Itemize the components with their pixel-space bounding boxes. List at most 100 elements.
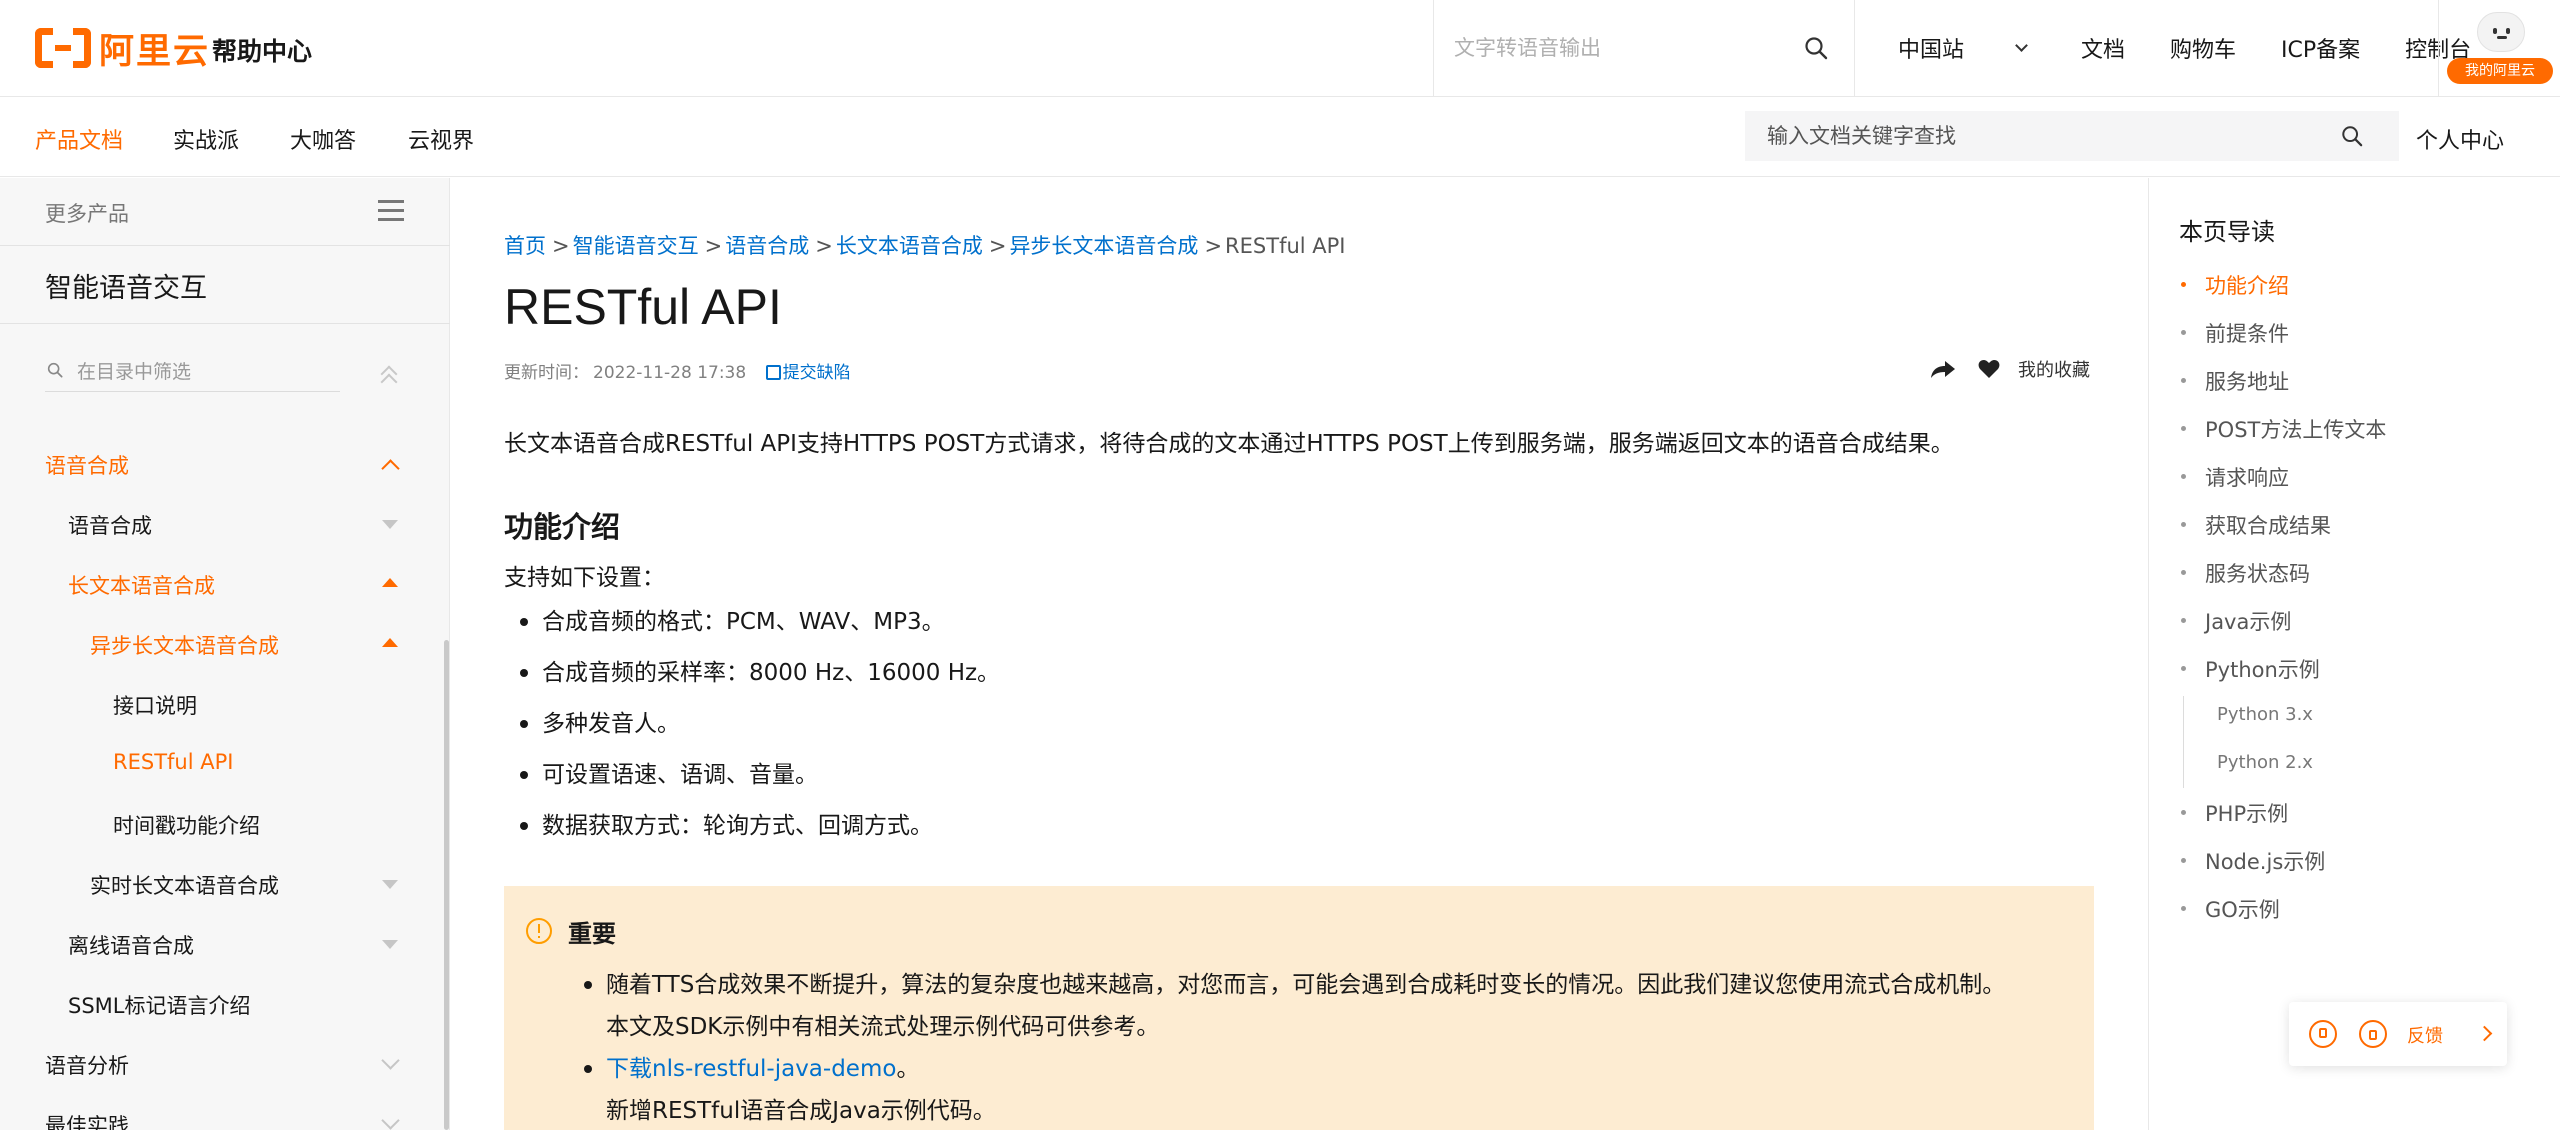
toc-item-java[interactable]: Java示例 (2180, 606, 2291, 636)
tab-practice[interactable]: 实战派 (173, 123, 239, 155)
toc-item-prereq[interactable]: 前提条件 (2181, 318, 2289, 348)
logo-text: 阿里云 (99, 31, 211, 72)
sidebar-item-api-spec[interactable]: 接口说明 (0, 676, 445, 732)
thumbs-down-icon[interactable] (2359, 1020, 2387, 1048)
nav-cart[interactable]: 购物车 (2170, 32, 2236, 64)
sub-nav: 产品文档 实战派 大咖答 云视界 个人中心 (0, 97, 2560, 177)
breadcrumb-current: RESTful API (1225, 234, 1346, 258)
feedback-label[interactable]: 反馈 (2407, 1022, 2443, 1048)
caret-up-icon[interactable] (382, 638, 398, 647)
section-title: 功能介绍 (504, 510, 621, 544)
caret-up-icon[interactable] (382, 578, 398, 587)
toc-item-intro[interactable]: 功能介绍 (2181, 270, 2289, 300)
tab-expert-qa[interactable]: 大咖答 (290, 123, 356, 155)
chevron-down-icon[interactable] (381, 1051, 400, 1070)
menu-icon[interactable] (378, 200, 404, 222)
breadcrumb-async-long-text-tts[interactable]: 异步长文本语音合成 (1009, 234, 1198, 258)
toc-filter-input[interactable] (77, 356, 332, 388)
page-toc: 本页导读 功能介绍 前提条件 服务地址 POST方法上传文本 请求响应 获取合成… (2148, 178, 2560, 1130)
doc-search-input[interactable] (1767, 119, 2317, 153)
caret-down-icon[interactable] (382, 940, 398, 949)
list-item: 数据获取方式：轮询方式、回调方式。 (519, 810, 1000, 861)
caret-down-icon[interactable] (382, 880, 398, 889)
edit-icon (765, 365, 781, 380)
region-select[interactable]: 中国站 (1898, 32, 2028, 64)
breadcrumb-sep: > (815, 234, 833, 258)
chevron-down-icon[interactable] (381, 1111, 400, 1130)
favorite-label[interactable]: 我的收藏 (2018, 356, 2090, 382)
updated-value: 2022-11-28 17:38 (593, 363, 747, 383)
sidebar-item-label: 语音合成 (45, 454, 129, 478)
chevron-up-icon[interactable] (381, 459, 400, 478)
help-center-title[interactable]: 帮助中心 (212, 32, 312, 68)
toc-item-response[interactable]: 请求响应 (2181, 462, 2289, 492)
report-defect-link[interactable]: 提交缺陷 (765, 363, 851, 383)
more-products[interactable]: 更多产品 (0, 178, 450, 246)
support-text: 支持如下设置： (504, 565, 665, 591)
sidebar-item-offline-tts[interactable]: 离线语音合成 (0, 916, 445, 972)
list-item: 随着TTS合成效果不断提升，算法的复杂度也越来越高，对您而言，可能会遇到合成耗时… (583, 964, 2005, 1048)
toc-item-post-upload[interactable]: POST方法上传文本 (2180, 414, 2386, 444)
avatar[interactable] (2477, 12, 2525, 52)
tab-cloud-view[interactable]: 云视界 (408, 123, 474, 155)
breadcrumb-home[interactable]: 首页 (504, 234, 546, 258)
sidebar-item-label: 异步长文本语音合成 (90, 634, 279, 658)
aliyun-logo-icon (35, 28, 91, 68)
chevron-right-icon[interactable] (2476, 1025, 2493, 1042)
sidebar-scrollbar[interactable] (444, 640, 449, 1130)
sidebar-item-realtime-long-text-tts[interactable]: 实时长文本语音合成 (0, 856, 445, 912)
product-title[interactable]: 智能语音交互 (45, 266, 207, 305)
sidebar-item-long-text-tts[interactable]: 长文本语音合成 (0, 556, 445, 612)
breadcrumb-tts[interactable]: 语音合成 (725, 234, 809, 258)
share-icon[interactable] (1930, 359, 1956, 379)
sidebar-item-timestamp[interactable]: 时间戳功能介绍 (0, 796, 445, 852)
toc-item-python2[interactable]: Python 2.x (2217, 752, 2313, 773)
sidebar-item-speech-synthesis[interactable]: 语音合成 (0, 436, 445, 492)
search-icon[interactable] (2341, 125, 2363, 147)
breadcrumb-sep: > (988, 234, 1007, 258)
heart-icon[interactable] (1978, 359, 2000, 379)
doc-tools: 我的收藏 (1930, 356, 2090, 382)
toc-item-nodejs[interactable]: Node.js示例 (2180, 846, 2325, 876)
aliyun-logo[interactable]: 阿里云 (35, 26, 210, 72)
toc-item-go[interactable]: GO示例 (2181, 894, 2280, 924)
sidebar-item-ssml[interactable]: SSML标记语言介绍 (0, 976, 445, 1032)
toc-item-get-result[interactable]: 获取合成结果 (2181, 510, 2331, 540)
caret-down-icon[interactable] (382, 520, 398, 529)
main-content: 首页 > 智能语音交互 > 语音合成 > 长文本语音合成 > 异步长文本语音合成 > RESTful… (504, 178, 2094, 1130)
personal-center-link[interactable]: 个人中心 (2416, 123, 2504, 155)
intro-text: 长文本语音合成RESTful API支持HTTPS POST方式请求，将待合成的… (504, 431, 1954, 457)
thumbs-up-icon[interactable] (2309, 1020, 2337, 1048)
top-header: 阿里云 帮助中心 中国站 文档 购物车 ICP备案 控制台 我的阿里云 (0, 0, 2560, 97)
breadcrumb-product[interactable]: 智能语音交互 (573, 234, 699, 258)
download-demo-link[interactable]: 下载nls-restful-java-demo (606, 1056, 896, 1082)
user-menu[interactable]: 我的阿里云 (2438, 0, 2560, 97)
sidebar-item-speech-synthesis-sub[interactable]: 语音合成 (0, 496, 445, 552)
important-notice: 重要 随着TTS合成效果不断提升，算法的复杂度也越来越高，对您而言，可能会遇到合… (504, 886, 2094, 1130)
sidebar-item-restful-api[interactable]: RESTful API (0, 736, 445, 792)
tab-product-docs[interactable]: 产品文档 (35, 123, 123, 155)
toc-item-endpoint[interactable]: 服务地址 (2181, 366, 2289, 396)
chevron-down-icon (2015, 38, 2028, 52)
toc-item-python[interactable]: Python示例 (2181, 654, 2320, 684)
sidebar-item-label: 接口说明 (113, 694, 197, 718)
sidebar-item-async-long-text-tts[interactable]: 异步长文本语音合成 (0, 616, 445, 672)
toc-item-php[interactable]: PHP示例 (2180, 798, 2288, 828)
region-label: 中国站 (1898, 38, 1965, 63)
nav-icp[interactable]: ICP备案 (2281, 32, 2360, 64)
toc-item-python3[interactable]: Python 3.x (2217, 704, 2313, 725)
sidebar-item-label: SSML标记语言介绍 (68, 994, 251, 1018)
sidebar-item-best-practice[interactable]: 最佳实践 (0, 1096, 445, 1130)
global-search-input[interactable] (1454, 30, 1784, 66)
search-icon[interactable] (1804, 36, 1828, 60)
nav-docs[interactable]: 文档 (2081, 32, 2125, 64)
toc-title: 本页导读 (2179, 218, 2275, 246)
breadcrumb-long-text-tts[interactable]: 长文本语音合成 (836, 234, 983, 258)
toc-item-status-code[interactable]: 服务状态码 (2181, 558, 2310, 588)
sidebar-item-speech-analysis[interactable]: 语音分析 (0, 1036, 445, 1092)
my-aliyun-badge[interactable]: 我的阿里云 (2447, 58, 2553, 84)
collapse-all-icon[interactable] (380, 364, 400, 391)
page-title: RESTful API (504, 279, 782, 335)
divider (0, 323, 450, 324)
sidebar-item-label: RESTful API (113, 750, 234, 774)
